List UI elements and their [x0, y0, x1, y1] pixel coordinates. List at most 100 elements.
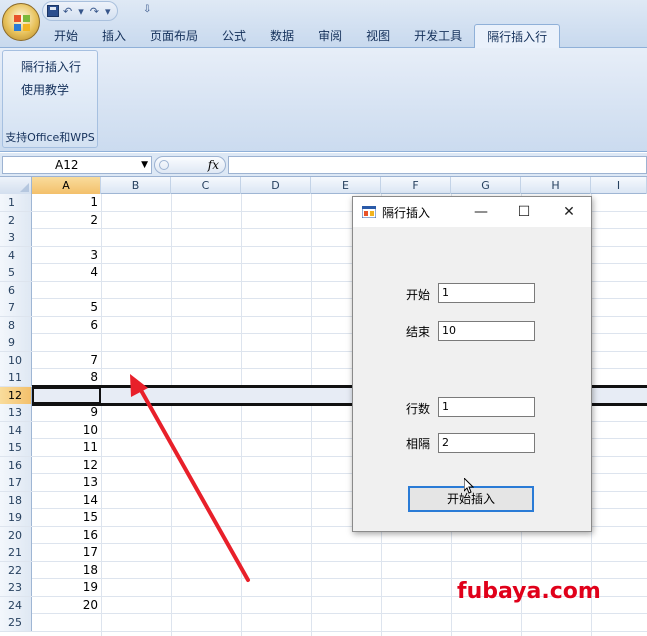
- row-header[interactable]: 18: [0, 491, 32, 509]
- cell-a[interactable]: 2: [32, 212, 101, 229]
- column-header-a[interactable]: A: [32, 177, 101, 194]
- select-all-corner[interactable]: [0, 177, 32, 194]
- cell-a[interactable]: 5: [32, 299, 101, 316]
- start-input[interactable]: 1: [438, 283, 535, 303]
- row-header[interactable]: 21: [0, 544, 32, 561]
- row-header[interactable]: 13: [0, 404, 32, 421]
- row-header[interactable]: 9: [0, 334, 32, 351]
- cell-a[interactable]: [32, 334, 101, 351]
- column-header-e[interactable]: E: [311, 177, 381, 194]
- redo-dropdown-icon[interactable]: ▾: [103, 5, 113, 18]
- tab-1[interactable]: 插入: [90, 24, 138, 48]
- tab-2[interactable]: 页面布局: [138, 24, 210, 48]
- name-box-dropdown-icon[interactable]: ▼: [141, 157, 148, 173]
- cell-a[interactable]: 9: [32, 404, 101, 421]
- close-button[interactable]: ✕: [558, 201, 580, 223]
- cell-a[interactable]: 1: [32, 194, 101, 211]
- redo-icon[interactable]: ↷: [88, 5, 101, 18]
- cell-a[interactable]: 20: [32, 597, 101, 614]
- office-button[interactable]: [2, 3, 40, 41]
- dialog-title: 隔行插入: [382, 206, 431, 220]
- row-header[interactable]: 15: [0, 439, 32, 456]
- cell-a[interactable]: 18: [32, 562, 101, 579]
- cell-a[interactable]: 13: [32, 474, 101, 491]
- minimize-button[interactable]: —: [470, 201, 492, 223]
- name-box[interactable]: A12 ▼: [2, 156, 152, 174]
- insert-rows-dialog: 隔行插入 — ☐ ✕ 开始 1 结束 10 行数 1 相隔 2 开始插入: [352, 196, 592, 532]
- table-row: 25: [0, 614, 647, 632]
- start-label: 开始: [406, 288, 431, 302]
- row-header[interactable]: 16: [0, 456, 32, 474]
- row-header[interactable]: 4: [0, 246, 32, 264]
- cell-a[interactable]: 8: [32, 369, 101, 386]
- row-header[interactable]: 20: [0, 526, 32, 544]
- column-header-b[interactable]: B: [101, 177, 171, 194]
- column-header-f[interactable]: F: [381, 177, 451, 194]
- cell-a[interactable]: 7: [32, 352, 101, 369]
- end-input[interactable]: 10: [438, 321, 535, 341]
- cell-a[interactable]: 19: [32, 579, 101, 596]
- tab-4[interactable]: 数据: [258, 24, 306, 48]
- row-header[interactable]: 14: [0, 421, 32, 439]
- row-header[interactable]: 25: [0, 614, 32, 631]
- row-header[interactable]: 8: [0, 316, 32, 334]
- cell-a[interactable]: 12: [32, 457, 101, 474]
- column-header-h[interactable]: H: [521, 177, 591, 194]
- row-header[interactable]: 1: [0, 194, 32, 211]
- column-header-c[interactable]: C: [171, 177, 241, 194]
- interval-input[interactable]: 2: [438, 433, 535, 453]
- ribbon-tabs: 开始 插入 页面布局 公式 数据 审阅 视图 开发工具 隔行插入行: [42, 24, 561, 48]
- resize-grip-icon[interactable]: [159, 160, 169, 170]
- cell-a[interactable]: 17: [32, 544, 101, 561]
- column-header-d[interactable]: D: [241, 177, 311, 194]
- undo-icon[interactable]: ↶: [61, 5, 74, 18]
- row-header[interactable]: 24: [0, 596, 32, 614]
- tab-6[interactable]: 视图: [354, 24, 402, 48]
- maximize-button[interactable]: ☐: [513, 201, 535, 223]
- tab-0[interactable]: 开始: [42, 24, 90, 48]
- customize-qat-icon[interactable]: ⇩: [143, 4, 151, 15]
- tab-3[interactable]: 公式: [210, 24, 258, 48]
- row-header[interactable]: 12: [0, 386, 32, 404]
- row-header[interactable]: 2: [0, 211, 32, 229]
- row-header[interactable]: 17: [0, 474, 32, 491]
- insert-function-icon[interactable]: fx: [208, 157, 219, 173]
- save-icon[interactable]: [47, 5, 59, 17]
- cell-a[interactable]: 11: [32, 439, 101, 456]
- undo-dropdown-icon[interactable]: ▾: [76, 5, 86, 18]
- row-header[interactable]: 22: [0, 561, 32, 579]
- dialog-title-bar: 隔行插入 — ☐ ✕: [353, 197, 591, 227]
- insert-alternate-rows-button[interactable]: 隔行插入行: [3, 55, 97, 78]
- row-header[interactable]: 7: [0, 299, 32, 316]
- tab-7[interactable]: 开发工具: [402, 24, 474, 48]
- cell-a[interactable]: 14: [32, 492, 101, 509]
- cell-a[interactable]: 4: [32, 264, 101, 281]
- row-header[interactable]: 5: [0, 264, 32, 281]
- tab-5[interactable]: 审阅: [306, 24, 354, 48]
- quick-access-toolbar: ↶ ▾ ↷ ▾: [42, 1, 118, 21]
- cell-a[interactable]: 15: [32, 509, 101, 526]
- row-header[interactable]: 23: [0, 579, 32, 596]
- active-cell[interactable]: [32, 386, 101, 404]
- column-header-g[interactable]: G: [451, 177, 521, 194]
- cell-a[interactable]: 6: [32, 317, 101, 334]
- app-window-icon: [362, 206, 376, 218]
- cell-a[interactable]: [32, 229, 101, 246]
- tutorial-button[interactable]: 使用教学: [3, 78, 97, 101]
- row-header[interactable]: 11: [0, 369, 32, 386]
- row-header[interactable]: 6: [0, 281, 32, 299]
- table-row: 22 18: [0, 561, 647, 579]
- row-header[interactable]: 19: [0, 509, 32, 526]
- formula-input[interactable]: [228, 156, 647, 174]
- formula-controls: fx: [154, 156, 226, 174]
- rows-input[interactable]: 1: [438, 397, 535, 417]
- cell-a[interactable]: 10: [32, 422, 101, 439]
- cell-a[interactable]: 16: [32, 527, 101, 544]
- column-header-i[interactable]: I: [591, 177, 647, 194]
- row-header[interactable]: 10: [0, 351, 32, 369]
- cell-a[interactable]: [32, 282, 101, 299]
- cell-a[interactable]: 3: [32, 247, 101, 264]
- row-header[interactable]: 3: [0, 229, 32, 246]
- tab-8[interactable]: 隔行插入行: [474, 24, 561, 48]
- cell-a[interactable]: [32, 614, 101, 631]
